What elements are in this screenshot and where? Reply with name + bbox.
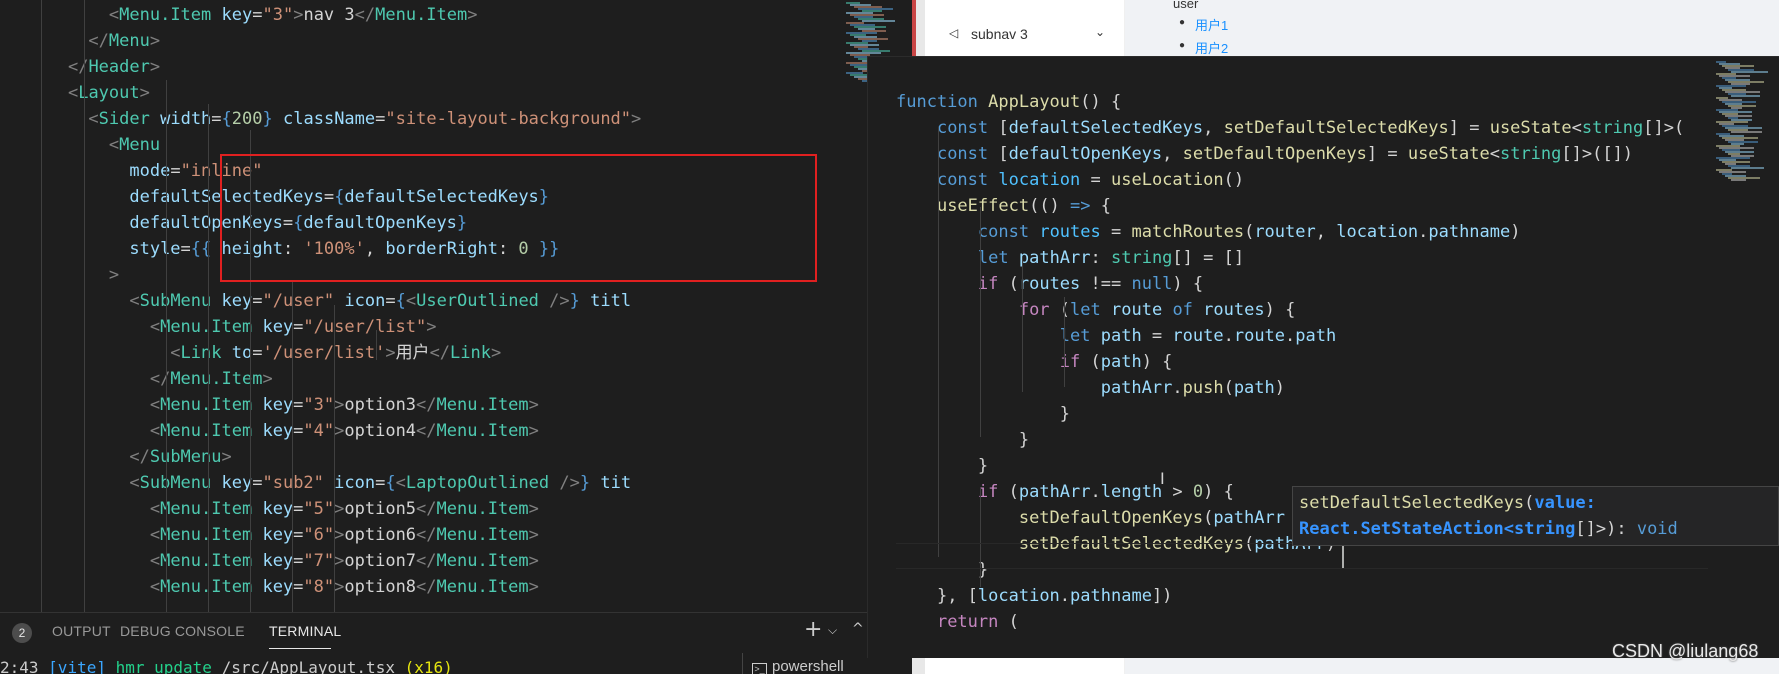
left-code-editor[interactable]: <Menu.Item key="3">nav 3</Menu.Item> </M… (0, 0, 810, 612)
user-link-2[interactable]: 用户2 (1195, 38, 1228, 57)
code-line: const routes = matchRoutes(router, locat… (977, 222, 1521, 242)
problems-badge[interactable]: 2 (12, 623, 32, 643)
chevron-down-icon[interactable]: ⌵ (828, 623, 837, 638)
window-edge-accent (912, 0, 916, 60)
minimap-line (1731, 71, 1768, 73)
code-line: setDefaultOpenKeys(pathArr (1018, 508, 1285, 528)
indent-guide (938, 127, 939, 557)
indent-guide (1064, 297, 1065, 387)
chevron-up-icon[interactable]: ^ (852, 621, 864, 637)
code-line: <Menu.Item key="8">option8</Menu.Item> (149, 577, 539, 597)
code-line: </Header> (67, 57, 161, 77)
terminal-shell-item[interactable]: >_ powershell (752, 658, 844, 674)
code-line: </Menu.Item> (149, 369, 273, 389)
code-line: <SubMenu key="/user" icon={<UserOutlined… (129, 291, 632, 311)
indent-guide (292, 280, 293, 612)
code-line: function AppLayout() { (896, 92, 1122, 112)
sidebar-item-label: subnav 3 (971, 26, 1028, 42)
bullet-icon: ● (1179, 40, 1186, 51)
code-line: <Link to='/user/list'>用户</Link> (170, 343, 502, 363)
notification-icon: ◁ (949, 26, 959, 40)
indent-guide (980, 487, 981, 587)
indent-guide (376, 330, 377, 360)
code-line: return ( (936, 612, 1019, 632)
hover-tooltip: setDefaultSelectedKeys(value: React.SetS… (1292, 486, 1779, 546)
code-line: <Menu.Item key="7">option7</Menu.Item> (149, 551, 539, 571)
terminal-output: 2:43 [vite] hmr update /src/AppLayout.ts… (0, 658, 453, 674)
code-line: let pathArr: string[] = [] (977, 248, 1245, 268)
code-line: </Menu> (88, 31, 161, 51)
code-line: <Layout> (67, 83, 150, 103)
tooltip-signature-line-1: setDefaultSelectedKeys(value: (1299, 493, 1596, 513)
code-line: const [defaultSelectedKeys, setDefaultSe… (936, 118, 1685, 138)
code-line: if (pathArr.length > 0) { (977, 482, 1234, 502)
code-line: const location = useLocation() (936, 170, 1245, 190)
minimap-line (1731, 179, 1746, 181)
code-line: }, [location.pathname]) (936, 586, 1173, 606)
overlay-code-editor[interactable]: function AppLayout() { const [defaultSel… (867, 56, 1779, 658)
indent-guide (166, 80, 167, 612)
tooltip-signature-line-2: React.SetStateAction<string[]>): void (1299, 519, 1678, 539)
ibeam-cursor-icon: I (1160, 469, 1165, 488)
active-tab-indicator (269, 648, 331, 649)
bottom-panel: 2 OUTPUT DEBUG CONSOLE TERMINAL + ⌵ ^ 2:… (0, 612, 925, 674)
code-line: </SubMenu> (129, 447, 232, 467)
code-line: <Sider width={200} className="site-layou… (88, 109, 642, 129)
code-line: useEffect(() => { (936, 196, 1111, 216)
code-line: <Menu (108, 135, 161, 155)
code-line: <Menu.Item key="4">option4</Menu.Item> (149, 421, 539, 441)
code-line: <Menu.Item key="6">option6</Menu.Item> (149, 525, 539, 545)
code-line: } (1018, 430, 1030, 450)
bullet-icon: ● (1179, 17, 1186, 28)
minimap-line (1731, 131, 1762, 133)
code-line: <Menu.Item key="5">option5</Menu.Item> (149, 499, 539, 519)
indent-guide (84, 0, 85, 612)
watermark: CSDN @liulang68 (1612, 641, 1759, 661)
user-link-1[interactable]: 用户1 (1195, 15, 1228, 34)
code-line: <Menu.Item key="3">nav 3</Menu.Item> (108, 5, 478, 25)
content-heading: user (1173, 0, 1199, 11)
terminal-icon: >_ (752, 663, 767, 674)
sidebar-item-subnav-3[interactable]: ◁ subnav 3 ⌄ (925, 14, 1125, 54)
indent-guide (208, 104, 209, 612)
plus-icon[interactable]: + (804, 617, 822, 642)
code-line: let path = route.route.path (1059, 326, 1337, 346)
code-line: } (977, 456, 989, 476)
text-cursor (1342, 544, 1344, 568)
code-line: <SubMenu key="sub2" icon={<LaptopOutline… (129, 473, 632, 493)
overlay-minimap[interactable] (1708, 57, 1779, 658)
code-line: pathArr.push(path) (1100, 378, 1286, 398)
code-line: <Menu.Item key="3">option3</Menu.Item> (149, 395, 539, 415)
tab-output[interactable]: OUTPUT (52, 623, 111, 639)
indent-guide (980, 207, 981, 437)
code-line: } (1059, 404, 1071, 424)
terminal-divider (742, 653, 743, 674)
tab-terminal[interactable]: TERMINAL (269, 623, 341, 639)
tab-debug-console[interactable]: DEBUG CONSOLE (120, 623, 245, 639)
code-line: for (let route of routes) { (1018, 300, 1296, 320)
code-line: if (routes !== null) { (977, 274, 1204, 294)
minimap-line (862, 20, 895, 22)
indent-guide (1022, 257, 1023, 392)
highlight-box (220, 154, 817, 282)
indent-guide (334, 305, 335, 612)
shell-label: powershell (772, 658, 844, 674)
indent-guide (41, 0, 42, 612)
minimap-line (1731, 95, 1760, 97)
minimap-line (1731, 167, 1764, 169)
code-line: const [defaultOpenKeys, setDefaultOpenKe… (936, 144, 1634, 164)
chevron-down-icon: ⌄ (1095, 25, 1106, 39)
